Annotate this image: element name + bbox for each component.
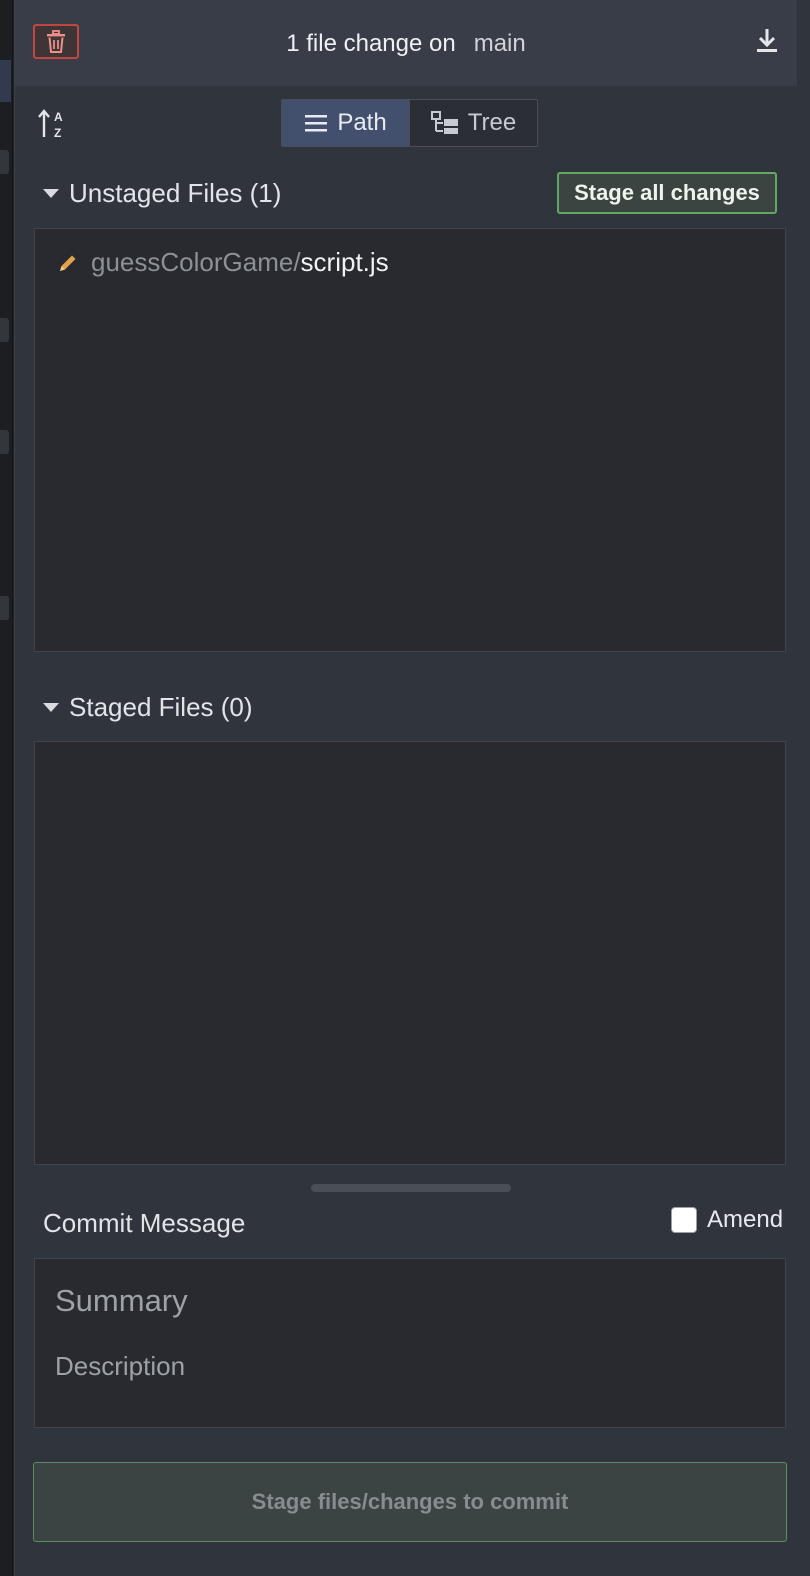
unstaged-section-toggle[interactable]: Unstaged Files (1) [43, 178, 281, 209]
svg-text:Z: Z [54, 126, 61, 140]
caret-down-icon [43, 189, 59, 198]
commit-message-box: Summary Description [34, 1258, 786, 1428]
stage-all-button[interactable]: Stage all changes [557, 172, 777, 214]
download-icon [757, 29, 777, 52]
adjacent-marker [0, 430, 9, 454]
staged-section-title: Staged Files (0) [69, 692, 253, 722]
unstaged-section-title: Unstaged Files (1) [69, 178, 282, 208]
stash-download-button[interactable] [753, 26, 781, 56]
checkbox-box[interactable] [671, 1207, 697, 1233]
header-title: 1 file change on main [15, 30, 797, 58]
commit-button[interactable]: Stage files/changes to commit [33, 1462, 787, 1542]
summary-input[interactable]: Summary [55, 1283, 188, 1319]
commit-message-label: Commit Message [43, 1208, 246, 1238]
view-mode-toggle: Path Tree [281, 99, 538, 147]
description-input[interactable]: Description [55, 1351, 185, 1382]
sort-alpha-icon: A Z [38, 109, 63, 140]
branch-name: main [473, 30, 526, 57]
tree-icon [430, 111, 458, 134]
amend-checkbox[interactable]: Amend [671, 1206, 783, 1234]
staged-file-list [34, 741, 786, 1165]
svg-text:A: A [54, 110, 63, 124]
staged-section-toggle[interactable]: Staged Files (0) [43, 692, 253, 723]
sort-button[interactable]: A Z [37, 107, 71, 141]
view-mode-tree[interactable]: Tree [409, 100, 537, 146]
pencil-icon [60, 255, 76, 271]
view-mode-path[interactable]: Path [282, 100, 409, 146]
file-list-item[interactable]: guessColorGame/script.js [57, 247, 389, 278]
view-mode-path-label: Path [337, 109, 387, 136]
commit-panel: 1 file change on main A Z Path Tree Unst… [14, 0, 810, 1576]
file-directory: guessColorGame/ [91, 247, 301, 277]
view-mode-tree-label: Tree [467, 109, 517, 136]
amend-label: Amend [707, 1206, 784, 1233]
adjacent-marker [0, 318, 9, 342]
resize-handle[interactable] [311, 1184, 511, 1192]
caret-down-icon [43, 703, 59, 712]
unstaged-file-list: guessColorGame/script.js [34, 228, 786, 652]
adjacent-marker [0, 150, 9, 174]
adjacent-selected-row [0, 60, 11, 102]
panel-header: 1 file change on main [15, 0, 797, 86]
file-change-count: 1 file change on [286, 30, 456, 57]
adjacent-panel-edge [0, 0, 13, 1576]
list-icon [305, 115, 328, 132]
file-name: script.js [300, 247, 389, 277]
adjacent-marker [0, 596, 9, 620]
